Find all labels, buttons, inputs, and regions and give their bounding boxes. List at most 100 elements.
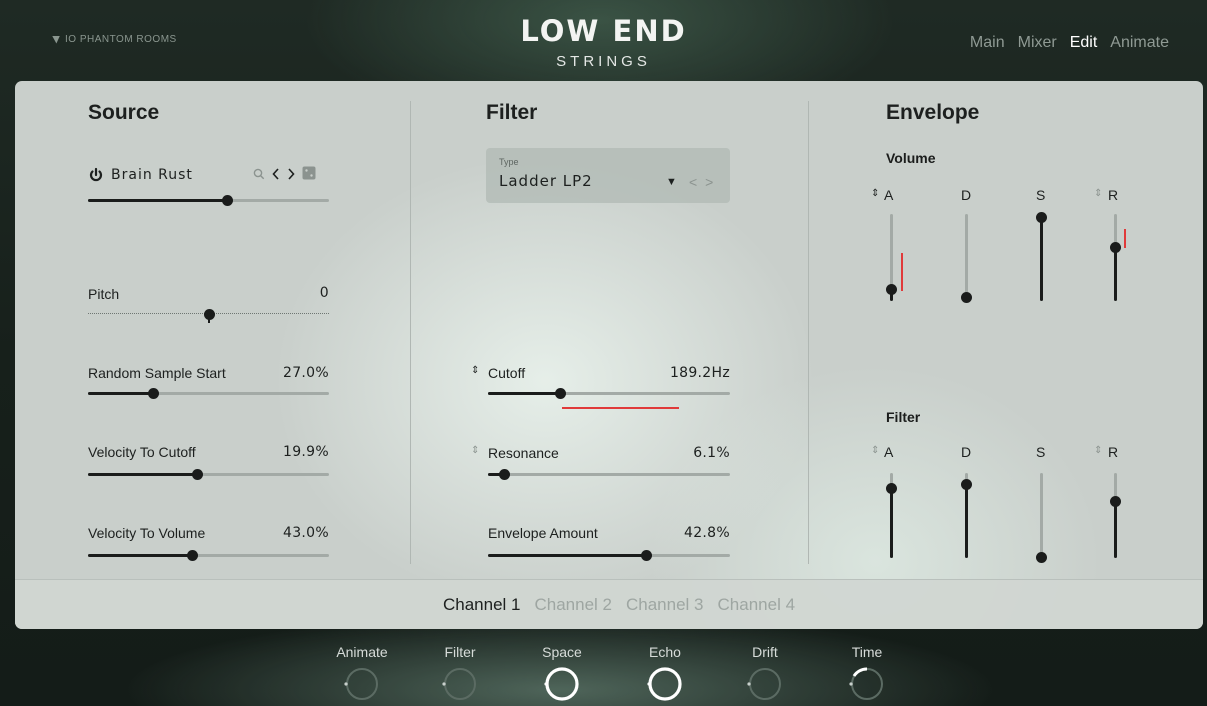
pitch-center-tick	[208, 314, 210, 323]
slider-handle[interactable]	[555, 388, 566, 399]
dropdown-arrow-icon[interactable]: ▼	[666, 176, 677, 188]
cutoff-value: 189.2Hz	[669, 365, 730, 381]
chevron-right-icon[interactable]: >	[705, 174, 713, 190]
fx-echo-knob[interactable]	[645, 664, 685, 704]
chevron-left-icon[interactable]	[272, 167, 280, 185]
fader-handle[interactable]	[961, 479, 972, 490]
slider-handle[interactable]	[499, 469, 510, 480]
mod-sort-icon[interactable]: ⇕	[471, 365, 479, 376]
filter-type-label: Type	[499, 157, 519, 167]
vel-volume-value: 43.0%	[283, 525, 329, 541]
power-icon[interactable]	[88, 167, 104, 186]
source-title: Source	[88, 101, 160, 124]
mod-sort-icon[interactable]: ⇕	[1094, 188, 1102, 199]
vel-cutoff-label: Velocity To Cutoff	[88, 444, 196, 460]
flt-sustain-label: S	[1036, 444, 1046, 460]
edit-panel: Source Brain Rust Pitch 0 Random Sample …	[15, 81, 1203, 629]
fader-handle[interactable]	[1036, 552, 1047, 563]
vel-cutoff-value: 19.9%	[283, 444, 329, 460]
fader-handle[interactable]	[961, 292, 972, 303]
random-start-label: Random Sample Start	[88, 365, 226, 381]
nav-animate[interactable]: Animate	[1110, 34, 1169, 52]
search-icon[interactable]	[253, 167, 265, 185]
pitch-slider[interactable]	[88, 309, 329, 323]
fader-handle[interactable]	[1110, 496, 1121, 507]
fx-filter-label: Filter	[444, 644, 476, 660]
cutoff-mod-range	[562, 407, 679, 409]
tab-channel-4[interactable]: Channel 4	[718, 595, 796, 615]
sample-level-slider[interactable]	[88, 195, 329, 206]
envelope-title: Envelope	[886, 101, 980, 124]
vel-cutoff-slider[interactable]	[88, 469, 329, 480]
fader-handle[interactable]	[1110, 242, 1121, 253]
tab-channel-3[interactable]: Channel 3	[626, 595, 704, 615]
slider-handle[interactable]	[222, 195, 233, 206]
random-start-slider[interactable]	[88, 388, 329, 399]
vol-attack-mod-range	[901, 253, 903, 291]
fx-drift-label: Drift	[752, 644, 778, 660]
fx-animate-knob[interactable]	[342, 664, 382, 704]
fx-space-knob[interactable]	[542, 664, 582, 704]
vel-volume-slider[interactable]	[88, 550, 329, 561]
filter-type-nav: < >	[689, 174, 713, 190]
fx-space-label: Space	[542, 644, 582, 660]
flt-release-label: R	[1108, 444, 1119, 460]
filter-type-dropdown[interactable]: Type Ladder LP2 ▼ < >	[486, 148, 730, 203]
slider-handle[interactable]	[192, 469, 203, 480]
nav-edit[interactable]: Edit	[1070, 34, 1098, 52]
resonance-label: Resonance	[488, 445, 559, 461]
dice-icon[interactable]	[302, 166, 316, 185]
filter-type-value: Ladder LP2	[499, 172, 593, 190]
fader-handle[interactable]	[1036, 212, 1047, 223]
sample-name: Brain Rust	[111, 167, 193, 183]
flt-attack-label: A	[884, 444, 894, 460]
vol-release-mod-range	[1124, 229, 1126, 248]
fx-animate-label: Animate	[336, 644, 388, 660]
random-start-value: 27.0%	[283, 365, 329, 381]
pitch-value: 0	[319, 285, 329, 301]
fader-handle[interactable]	[886, 284, 897, 295]
slider-handle[interactable]	[641, 550, 652, 561]
volume-env-title: Volume	[886, 150, 936, 166]
nav-main[interactable]: Main	[970, 34, 1005, 52]
mod-sort-icon[interactable]: ⇕	[471, 445, 479, 456]
product-subtitle: STRINGS	[556, 53, 651, 70]
vol-attack-label: A	[884, 187, 894, 203]
slider-handle[interactable]	[148, 388, 159, 399]
vel-volume-label: Velocity To Volume	[88, 525, 206, 541]
env-amount-value: 42.8%	[684, 525, 730, 541]
chevron-right-icon[interactable]	[287, 167, 295, 185]
mod-sort-icon[interactable]: ⇕	[871, 445, 879, 456]
tab-channel-2[interactable]: Channel 2	[534, 595, 612, 615]
cutoff-label: Cutoff	[488, 365, 526, 381]
fx-time-label: Time	[851, 644, 883, 660]
cutoff-slider[interactable]	[488, 388, 730, 399]
mod-sort-icon[interactable]: ⇕	[1094, 445, 1102, 456]
mod-sort-icon[interactable]: ⇕	[871, 188, 879, 199]
filter-title: Filter	[486, 101, 538, 124]
vol-release-label: R	[1108, 187, 1119, 203]
nav-mixer[interactable]: Mixer	[1018, 34, 1057, 52]
resonance-value: 6.1%	[693, 445, 730, 461]
vol-sustain-label: S	[1036, 187, 1046, 203]
flt-decay-label: D	[961, 444, 972, 460]
vol-decay-label: D	[961, 187, 972, 203]
fx-drift-knob[interactable]	[745, 664, 785, 704]
pitch-label: Pitch	[88, 286, 120, 302]
resonance-slider[interactable]	[488, 469, 730, 480]
fx-echo-label: Echo	[649, 644, 681, 660]
env-amount-slider[interactable]	[488, 550, 730, 561]
fx-time-knob[interactable]	[847, 664, 887, 704]
main-nav: Main Mixer Edit Animate	[970, 34, 1169, 52]
fx-filter-knob[interactable]	[440, 664, 480, 704]
fader-handle[interactable]	[886, 483, 897, 494]
channel-tabs: Channel 1 Channel 2 Channel 3 Channel 4	[15, 579, 1203, 629]
column-divider	[410, 101, 411, 564]
tab-channel-1[interactable]: Channel 1	[443, 595, 521, 615]
filter-env-title: Filter	[886, 409, 921, 425]
sample-tools	[253, 166, 316, 185]
slider-handle[interactable]	[187, 550, 198, 561]
env-amount-label: Envelope Amount	[488, 525, 598, 541]
chevron-left-icon[interactable]: <	[689, 174, 697, 190]
column-divider	[808, 101, 809, 564]
